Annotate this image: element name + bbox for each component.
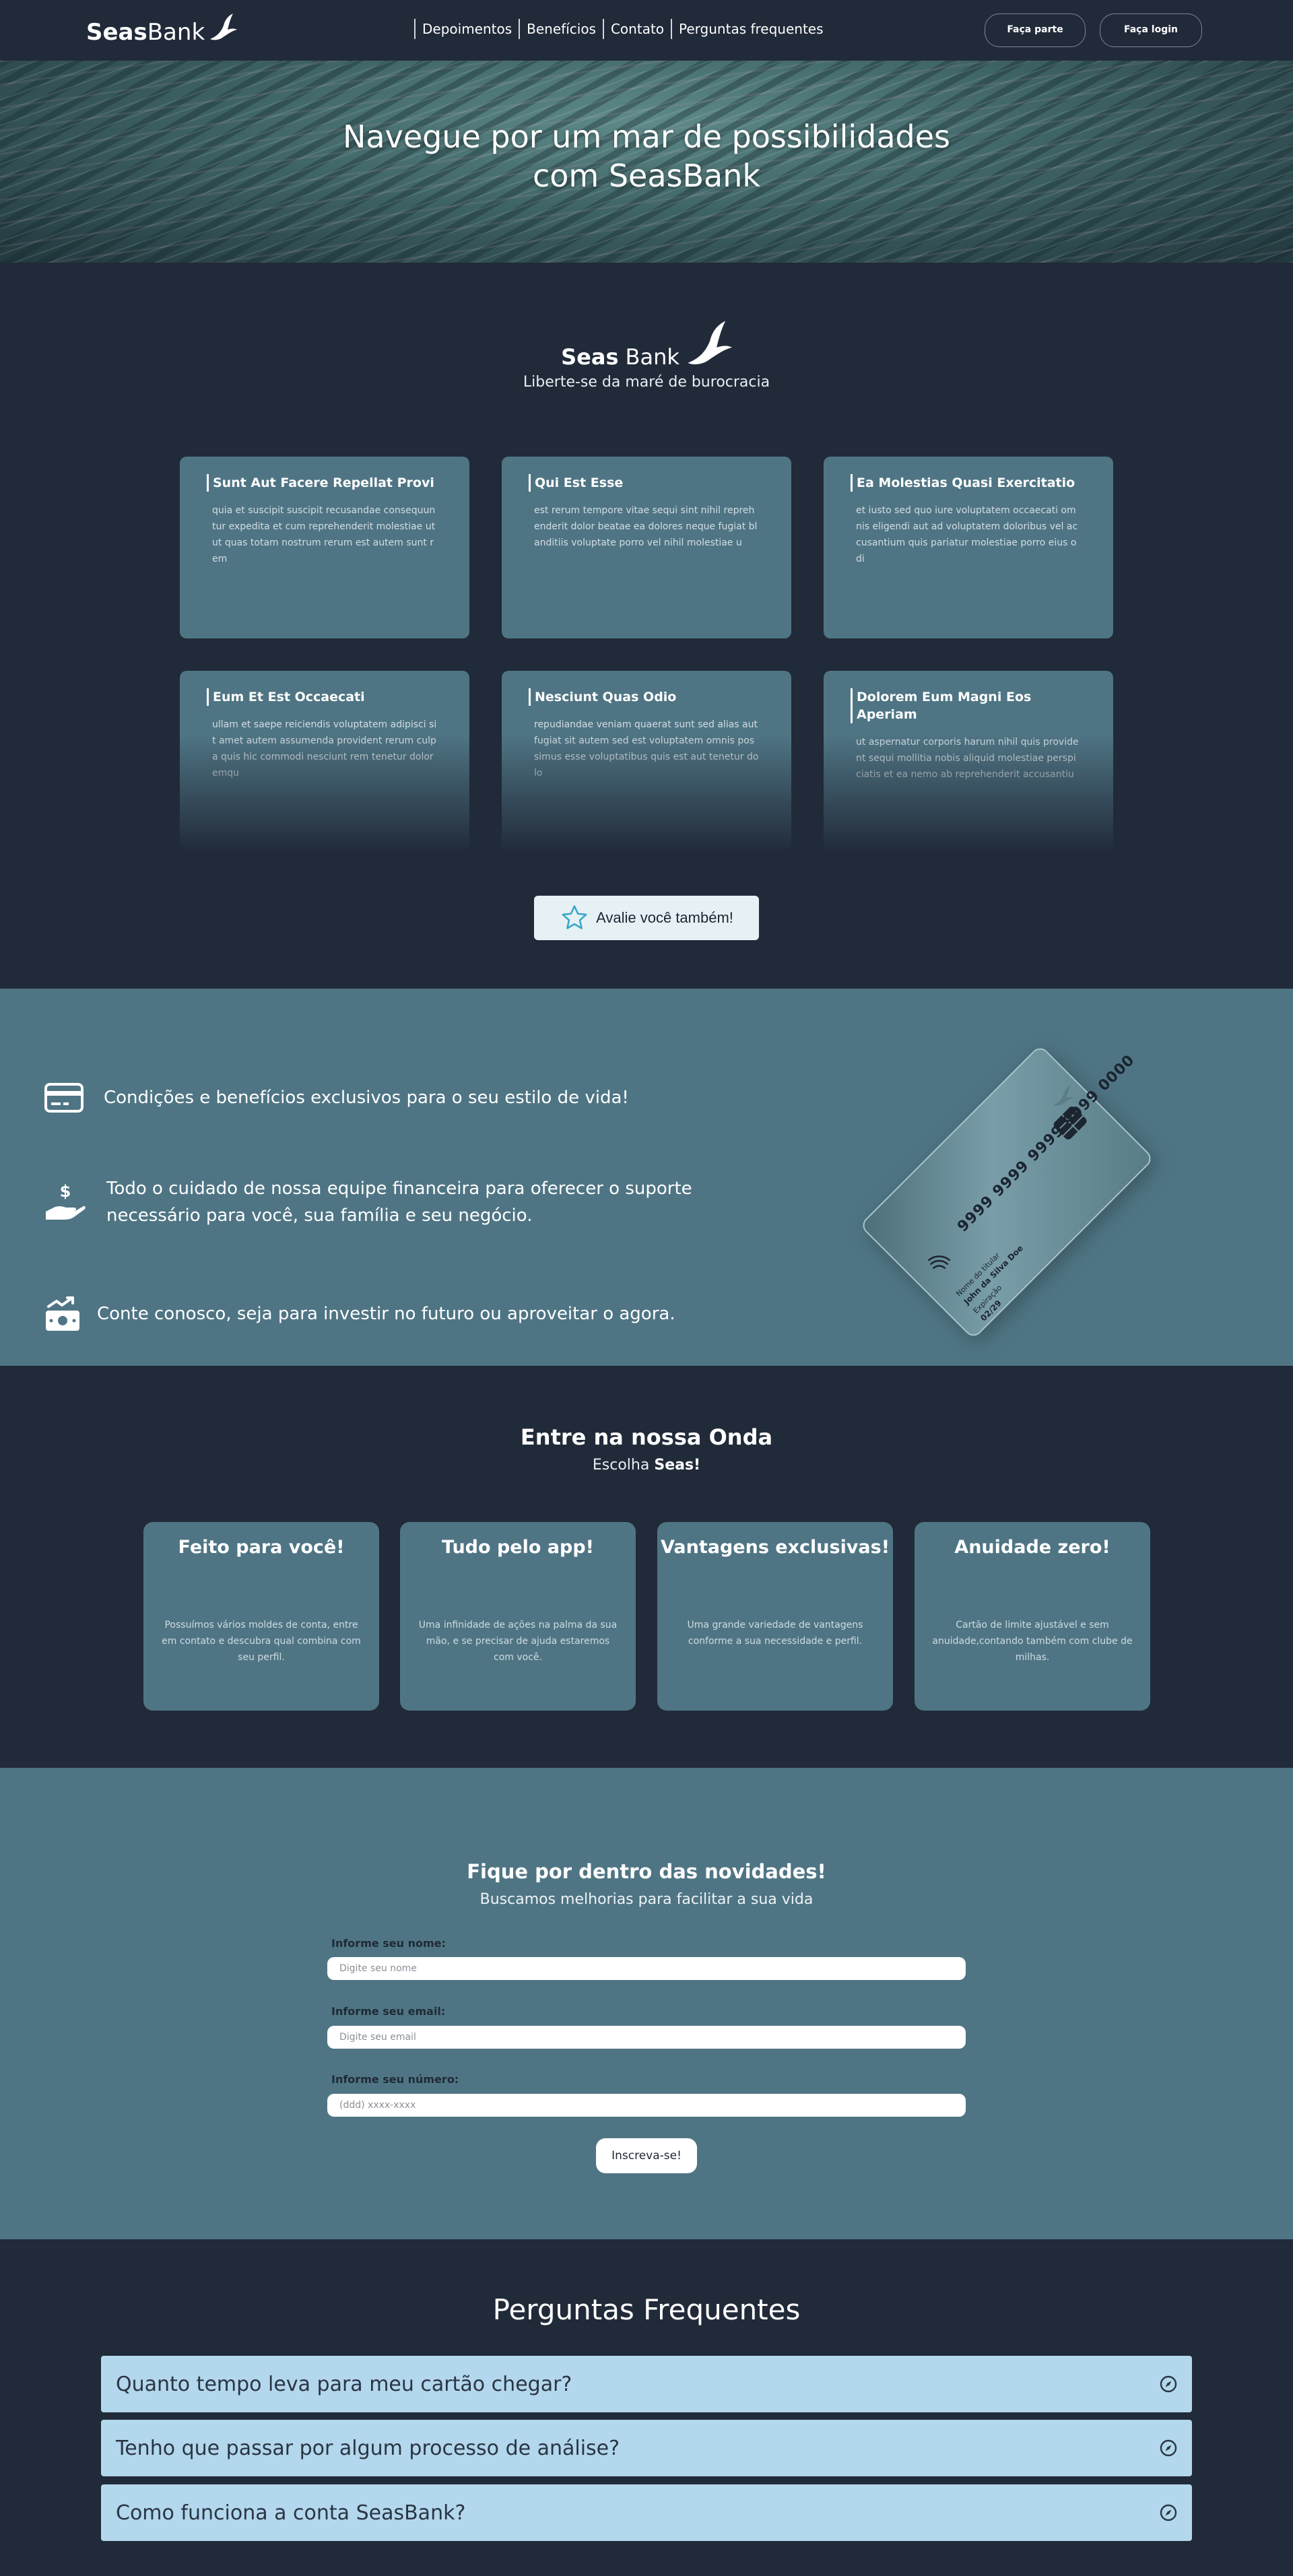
plan-card: Vantagens exclusivas! Uma grande varieda… xyxy=(657,1522,893,1711)
benefit-text-line-2: necessário para você, sua família e seu … xyxy=(106,1206,533,1226)
testimonial-title: Nesciunt Quas Odio xyxy=(529,688,759,706)
rate-us-button[interactable]: Avalie você também! xyxy=(534,896,759,940)
plan-card-title: Tudo pelo app! xyxy=(442,1537,594,1558)
plan-card-title: Vantagens exclusivas! xyxy=(660,1537,890,1558)
benefit-row: Condições e benefícios exclusivos para o… xyxy=(44,1083,629,1113)
benefit-row: Conte conosco, seja para investir no fut… xyxy=(44,1296,675,1332)
seasbank-logo[interactable]: Seas Bank xyxy=(86,13,238,46)
plan-card-body: Cartão de limite ajustável e sem anuidad… xyxy=(932,1620,1133,1663)
brand-name-bold: Seas xyxy=(561,344,619,370)
hero-banner: Navegue por um mar de possibilidades com… xyxy=(0,61,1293,263)
menu-link-contato[interactable]: Contato xyxy=(602,19,671,39)
testimonial-card: Nesciunt Quas Odio repudiandae veniam qu… xyxy=(502,671,791,853)
signup-button[interactable]: Faça parte xyxy=(985,13,1086,47)
brand-name-rest: Bank xyxy=(625,344,679,370)
plan-card: Tudo pelo app! Uma infinidade de ações n… xyxy=(400,1522,636,1711)
plans-subtitle: Escolha Seas! xyxy=(0,1457,1293,1474)
hand-money-icon: $ xyxy=(46,1182,86,1220)
seagull-logo-icon xyxy=(210,13,238,40)
contactless-icon xyxy=(927,1255,951,1269)
seagull-icon xyxy=(688,321,732,364)
menu-link-depoimentos[interactable]: Depoimentos xyxy=(414,19,519,39)
phone-input[interactable] xyxy=(327,2094,966,2117)
benefit-text: Condições e benefícios exclusivos para o… xyxy=(104,1088,629,1108)
rate-us-label: Avalie você também! xyxy=(596,909,733,926)
testimonial-title: Eum Et Est Occaecati xyxy=(207,688,437,706)
plan-card-title: Anuidade zero! xyxy=(954,1537,1110,1558)
compass-icon[interactable] xyxy=(1160,2504,1177,2521)
name-input[interactable] xyxy=(327,1957,966,1980)
testimonial-title: Sunt Aut Facere Repellat Provi xyxy=(207,474,437,492)
star-icon xyxy=(562,905,587,929)
brand-logo: Seas Bank xyxy=(561,320,732,370)
phone-field-label: Informe seu número: xyxy=(331,2073,459,2086)
testimonial-body: quia et suscipit suscipit recusandae con… xyxy=(212,505,436,564)
testimonial-card: Qui Est Esse est rerum tempore vitae seq… xyxy=(502,457,791,638)
testimonial-card: Dolorem Eum Magni Eos Aperiam ut asperna… xyxy=(824,671,1113,853)
faq-question: Tenho que passar por algum processo de a… xyxy=(116,2436,620,2460)
plan-card-title: Feito para você! xyxy=(178,1537,345,1558)
svg-text:$: $ xyxy=(60,1182,71,1201)
testimonial-title: Qui Est Esse xyxy=(529,474,759,492)
testimonial-body: est rerum tempore vitae sequi sint nihil… xyxy=(534,505,758,548)
top-navbar: Seas Bank Depoimentos Benefícios Contato … xyxy=(0,0,1293,61)
plan-card: Feito para você! Possuímos vários moldes… xyxy=(143,1522,379,1711)
faq-item[interactable]: Quanto tempo leva para meu cartão chegar… xyxy=(101,2356,1192,2412)
credit-card-illustration: 9999 9999 9999 9999 0000 Nome do titular… xyxy=(825,1037,1189,1374)
plan-card-body: Possuímos vários moldes de conta, entre … xyxy=(162,1620,361,1663)
hero-title-line-2: com SeasBank xyxy=(532,158,761,194)
faq-title: Perguntas Frequentes xyxy=(492,2293,801,2326)
testimonial-title: Ea Molestias Quasi Exercitatio xyxy=(851,474,1081,492)
testimonial-card: Eum Et Est Occaecati ullam et saepe reic… xyxy=(180,671,469,853)
compass-icon[interactable] xyxy=(1160,2375,1177,2393)
benefit-row: $ Todo o cuidado de nossa equipe finance… xyxy=(44,1175,692,1229)
login-button[interactable]: Faça login xyxy=(1100,13,1202,47)
menu-link-faq[interactable]: Perguntas frequentes xyxy=(671,19,830,39)
newsletter-subtitle: Buscamos melhorias para facilitar a sua … xyxy=(479,1891,814,1908)
newsletter-title: Fique por dentro das novidades! xyxy=(467,1860,826,1883)
plan-card-body: Uma infinidade de ações na palma da sua … xyxy=(418,1620,618,1663)
faq-question: Quanto tempo leva para meu cartão chegar… xyxy=(116,2372,572,2396)
testimonial-title: Dolorem Eum Magni Eos Aperiam xyxy=(851,688,1081,723)
faq-item[interactable]: Como funciona a conta SeasBank? xyxy=(101,2484,1192,2541)
brand-block: Seas Bank Liberte-se da maré de burocraci… xyxy=(0,320,1293,391)
subscribe-button[interactable]: Inscreva-se! xyxy=(596,2138,697,2173)
faq-question: Como funciona a conta SeasBank? xyxy=(116,2501,466,2525)
testimonial-card: Ea Molestias Quasi Exercitatio et iusto … xyxy=(824,457,1113,638)
credit-card: 9999 9999 9999 9999 0000 Nome do titular… xyxy=(859,1044,1155,1340)
testimonial-card: Sunt Aut Facere Repellat Provi quia et s… xyxy=(180,457,469,638)
plan-card-body: Uma grande variedade de vantagens confor… xyxy=(687,1620,863,1647)
card-number: 9999 9999 9999 9999 0000 xyxy=(954,1051,1139,1236)
money-growth-icon xyxy=(46,1296,79,1331)
name-field-label: Informe seu nome: xyxy=(331,1937,446,1950)
plans-subtitle-prefix: Escolha xyxy=(592,1457,655,1474)
faq-item[interactable]: Tenho que passar por algum processo de a… xyxy=(101,2420,1192,2476)
seagull-card-icon xyxy=(1053,1085,1074,1106)
hero-title-line-1: Navegue por um mar de possibilidades xyxy=(343,119,950,155)
plans-subtitle-bold: Seas! xyxy=(654,1457,701,1474)
logo-bold-text: Seas xyxy=(86,19,147,46)
email-field-label: Informe seu email: xyxy=(331,2005,446,2018)
benefit-text-line-1: Todo o cuidado de nossa equipe financeir… xyxy=(106,1179,692,1199)
menu-link-beneficios[interactable]: Benefícios xyxy=(519,19,603,39)
credit-card-icon xyxy=(44,1083,84,1113)
testimonial-body: ullam et saepe reiciendis voluptatem adi… xyxy=(212,719,437,779)
plan-card: Anuidade zero! Cartão de limite ajustáve… xyxy=(915,1522,1150,1711)
brand-tagline: Liberte-se da maré de burocracia xyxy=(523,374,770,391)
compass-icon[interactable] xyxy=(1160,2439,1177,2457)
benefit-text: Conte conosco, seja para investir no fut… xyxy=(97,1304,675,1324)
email-input[interactable] xyxy=(327,2026,966,2049)
hero-title: Navegue por um mar de possibilidades com… xyxy=(0,117,1293,195)
plans-title: Entre na nossa Onda xyxy=(520,1424,773,1450)
testimonial-body: ut aspernatur corporis harum nihil quis … xyxy=(856,737,1079,780)
logo-rest-text: Bank xyxy=(147,19,205,46)
main-menu: Depoimentos Benefícios Contato Perguntas… xyxy=(414,19,830,39)
testimonial-body: repudiandae veniam quaerat sunt sed alia… xyxy=(534,719,759,779)
testimonial-body: et iusto sed quo iure voluptatem occaeca… xyxy=(856,505,1078,564)
